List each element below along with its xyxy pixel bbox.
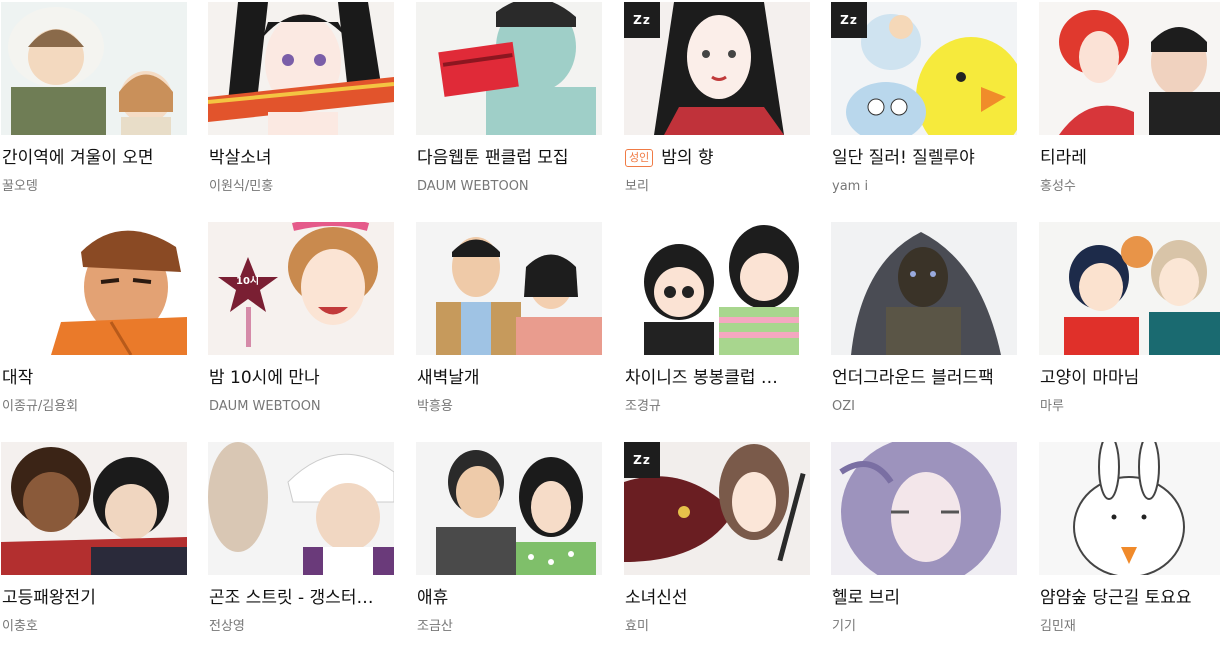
webtoon-author: 이원식/민홍 bbox=[209, 179, 274, 194]
webtoon-title[interactable]: 대작 bbox=[2, 366, 186, 390]
webtoon-card[interactable]: Zz 일단 질러! 질렐루야 yam i bbox=[831, 2, 1017, 212]
webtoon-card[interactable]: 언더그라운드 블러드팩 OZI bbox=[831, 222, 1017, 432]
webtoon-card[interactable]: 박살소녀 이원식/민홍 bbox=[208, 2, 394, 212]
webtoon-author: 꿀오뎅 bbox=[2, 179, 38, 194]
webtoon-title[interactable]: 밤 10시에 만나 bbox=[209, 366, 393, 390]
webtoon-author: DAUM WEBTOON bbox=[417, 179, 529, 194]
adult-badge: 성인 bbox=[625, 149, 654, 167]
webtoon-title[interactable]: 애휴 bbox=[417, 586, 601, 610]
webtoon-card[interactable]: 다음웹툰 팬클럽 모집 DAUM WEBTOON bbox=[416, 2, 602, 212]
webtoon-thumbnail[interactable] bbox=[208, 442, 394, 575]
webtoon-card[interactable]: Zz 소녀신선 효미 bbox=[624, 442, 810, 652]
webtoon-title[interactable]: 언더그라운드 블러드팩 bbox=[832, 366, 1016, 390]
webtoon-thumbnail[interactable] bbox=[1, 222, 187, 355]
webtoon-thumbnail[interactable] bbox=[831, 222, 1017, 355]
webtoon-title[interactable]: 고등패왕전기 bbox=[2, 586, 186, 610]
webtoon-author: 이충호 bbox=[2, 619, 38, 634]
webtoon-title[interactable]: 간이역에 겨울이 오면 bbox=[2, 146, 186, 170]
webtoon-title[interactable]: 소녀신선 bbox=[625, 586, 809, 610]
webtoon-author: 김민재 bbox=[1040, 619, 1076, 634]
webtoon-title[interactable]: 박살소녀 bbox=[209, 146, 393, 170]
webtoon-thumbnail[interactable] bbox=[416, 442, 602, 575]
webtoon-author: 박흥용 bbox=[417, 399, 453, 414]
webtoon-thumbnail[interactable]: Zz bbox=[624, 2, 810, 135]
webtoon-thumbnail[interactable] bbox=[624, 222, 810, 355]
webtoon-author: 조경규 bbox=[625, 399, 661, 414]
webtoon-author: 보리 bbox=[625, 179, 649, 194]
webtoon-card[interactable]: 고양이 마마님 마루 bbox=[1039, 222, 1220, 432]
webtoon-card[interactable]: 곤조 스트릿 - 갱스터… 전상영 bbox=[208, 442, 394, 652]
webtoon-card[interactable]: 10시 밤 10시에 만나 DAUM WEBTOON bbox=[208, 222, 394, 432]
webtoon-author: 이종규/김용회 bbox=[2, 399, 79, 414]
webtoon-title[interactable]: 고양이 마마님 bbox=[1040, 366, 1220, 390]
webtoon-card[interactable]: 차이니즈 봉봉클럽 … 조경규 bbox=[624, 222, 810, 432]
webtoon-author: 마루 bbox=[1040, 399, 1064, 414]
webtoon-card[interactable]: 대작 이종규/김용회 bbox=[1, 222, 187, 432]
webtoon-card[interactable]: 애휴 조금산 bbox=[416, 442, 602, 652]
thumbnail-text: 10시 bbox=[236, 276, 260, 287]
webtoon-author: 홍성수 bbox=[1040, 179, 1076, 194]
webtoon-author: DAUM WEBTOON bbox=[209, 399, 321, 414]
webtoon-title[interactable]: 곤조 스트릿 - 갱스터… bbox=[209, 586, 393, 610]
webtoon-thumbnail[interactable]: Zz bbox=[624, 442, 810, 575]
webtoon-author: OZI bbox=[832, 399, 855, 414]
webtoon-thumbnail[interactable] bbox=[416, 2, 602, 135]
webtoon-title[interactable]: 새벽날개 bbox=[417, 366, 601, 390]
webtoon-card[interactable]: 티라레 홍성수 bbox=[1039, 2, 1220, 212]
zz-badge-icon: Zz bbox=[831, 2, 867, 38]
webtoon-title[interactable]: 헬로 브리 bbox=[832, 586, 1016, 610]
webtoon-thumbnail[interactable] bbox=[1039, 222, 1220, 355]
webtoon-title[interactable]: 차이니즈 봉봉클럽 … bbox=[625, 366, 809, 390]
webtoon-card[interactable]: 고등패왕전기 이충호 bbox=[1, 442, 187, 652]
zz-badge-icon: Zz bbox=[624, 442, 660, 478]
webtoon-thumbnail[interactable]: Zz bbox=[831, 2, 1017, 135]
webtoon-thumbnail[interactable]: 10시 bbox=[208, 222, 394, 355]
webtoon-author: 전상영 bbox=[209, 619, 245, 634]
webtoon-grid: 간이역에 겨울이 오면 꿀오뎅 박살소녀 이원식/민홍 다음웹툰 팬클럽 모집 … bbox=[0, 0, 1220, 641]
webtoon-card[interactable]: 간이역에 겨울이 오면 꿀오뎅 bbox=[1, 2, 187, 212]
webtoon-title[interactable]: 일단 질러! 질렐루야 bbox=[832, 146, 1016, 170]
webtoon-author: 조금산 bbox=[417, 619, 453, 634]
webtoon-author: 기기 bbox=[832, 619, 856, 634]
webtoon-author: 효미 bbox=[625, 619, 649, 634]
webtoon-thumbnail[interactable] bbox=[1039, 2, 1220, 135]
webtoon-thumbnail[interactable] bbox=[1, 2, 187, 135]
webtoon-thumbnail[interactable] bbox=[1039, 442, 1220, 575]
webtoon-title[interactable]: 다음웹툰 팬클럽 모집 bbox=[417, 146, 601, 170]
webtoon-title[interactable]: 티라레 bbox=[1040, 146, 1220, 170]
webtoon-thumbnail[interactable] bbox=[831, 442, 1017, 575]
webtoon-card[interactable]: Zz 성인 밤의 향 보리 bbox=[624, 2, 810, 212]
webtoon-thumbnail[interactable] bbox=[416, 222, 602, 355]
webtoon-thumbnail[interactable] bbox=[208, 2, 394, 135]
webtoon-thumbnail[interactable] bbox=[1, 442, 187, 575]
webtoon-title[interactable]: 성인 밤의 향 bbox=[625, 146, 809, 170]
webtoon-title[interactable]: 얌얌숲 당근길 토요요 bbox=[1040, 586, 1220, 610]
webtoon-card[interactable]: 얌얌숲 당근길 토요요 김민재 bbox=[1039, 442, 1220, 652]
zz-badge-icon: Zz bbox=[624, 2, 660, 38]
webtoon-author: yam i bbox=[832, 179, 869, 194]
webtoon-card[interactable]: 헬로 브리 기기 bbox=[831, 442, 1017, 652]
webtoon-card[interactable]: 새벽날개 박흥용 bbox=[416, 222, 602, 432]
